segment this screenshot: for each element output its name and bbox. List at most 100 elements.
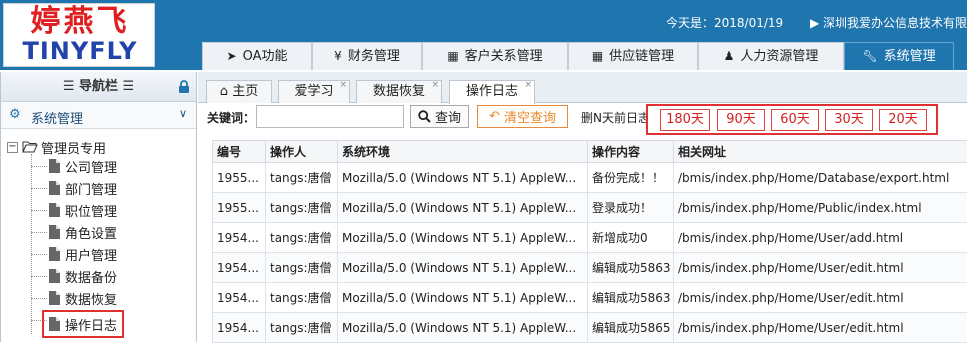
tree-branch [31, 298, 47, 299]
cell-operator: tangs:唐僧 [266, 223, 338, 253]
document-icon [49, 159, 60, 173]
section-label: 系统管理 [31, 108, 83, 127]
column-header-url[interactable]: 相关网址 [674, 141, 967, 163]
delete-60-days-button[interactable]: 60天 [771, 109, 819, 131]
table-header-row: 编号 操作人 系统环境 操作内容 相关网址 [213, 141, 967, 163]
tab-oa[interactable]: ➤ OA功能 [202, 42, 312, 70]
folder-open-icon [22, 141, 38, 153]
cell-id: 1954... [213, 223, 266, 253]
cell-operator: tangs:唐僧 [266, 193, 338, 223]
sidebar-item-label: 职位管理 [65, 201, 117, 220]
close-icon[interactable]: × [524, 74, 532, 96]
tree-root-admin[interactable]: − 管理员专用 [7, 138, 106, 156]
tree-line [31, 154, 32, 334]
tab-hr[interactable]: ♟ 人力资源管理 [698, 42, 844, 70]
sidebar-item-label: 操作日志 [65, 315, 117, 334]
cell-environment: Mozilla/5.0 (Windows NT 5.1) AppleW... [338, 283, 588, 313]
cell-url: /bmis/index.php/Home/Public/index.html [674, 193, 967, 223]
tab-home[interactable]: ⌂ 主页 [206, 80, 272, 103]
keyword-input[interactable] [256, 105, 404, 128]
tab-label: 数据恢复 [373, 84, 425, 99]
cell-url: /bmis/index.php/Home/User/edit.html [674, 283, 967, 313]
sidebar-item-company[interactable]: 公司管理 [49, 156, 117, 176]
tab-label: 供应链管理 [609, 43, 674, 70]
table-row[interactable]: 1955... tangs:唐僧 Mozilla/5.0 (Windows NT… [213, 193, 967, 223]
sidebar-item-roles[interactable]: 角色设置 [49, 222, 117, 242]
keyword-label: 关键词： [207, 109, 255, 126]
column-header-id[interactable]: 编号 [213, 141, 266, 163]
logo-chinese-text: 婷燕飞 [4, 4, 156, 40]
cell-url: /bmis/index.php/Home/User/edit.html [674, 253, 967, 283]
tab-label: 爱学习 [294, 84, 333, 99]
cell-content: 登录成功！ [588, 193, 674, 223]
document-icon [49, 181, 60, 195]
cell-id: 1955... [213, 163, 266, 193]
table-row[interactable]: 1954... tangs:唐僧 Mozilla/5.0 (Windows NT… [213, 283, 967, 313]
company-link[interactable]: ▶ 深圳我爱办公信息技术有限 [810, 14, 967, 31]
document-icon [49, 247, 60, 261]
sidebar-item-restore[interactable]: 数据恢复 [49, 288, 117, 308]
nav-title: ☰ 导航栏 ☰ [63, 79, 134, 94]
tab-label: 主页 [232, 84, 258, 99]
delete-20-days-button[interactable]: 20天 [879, 109, 927, 131]
tab-label: 操作日志 [466, 84, 518, 99]
sidebar-item-department[interactable]: 部门管理 [49, 178, 117, 198]
tab-label: 系统管理 [884, 43, 936, 70]
cell-content: 备份完成！！ [588, 163, 674, 193]
cell-operator: tangs:唐僧 [266, 163, 338, 193]
home-icon: ⌂ [220, 84, 228, 99]
column-header-operator[interactable]: 操作人 [266, 141, 338, 163]
tab-system[interactable]: 🔧︎ 系统管理 [844, 42, 954, 70]
page-tabs: ⌂ 主页 爱学习 × 数据恢复 × 操作日志 × [198, 72, 967, 103]
close-icon[interactable]: × [431, 74, 439, 96]
cell-url: /bmis/index.php/Home/User/add.html [674, 223, 967, 253]
column-header-content[interactable]: 操作内容 [588, 141, 674, 163]
sidebar-item-backup[interactable]: 数据备份 [49, 266, 117, 286]
search-button[interactable]: 查询 [410, 105, 469, 128]
table-row[interactable]: 1954... tangs:唐僧 Mozilla/5.0 (Windows NT… [213, 223, 967, 253]
cell-environment: Mozilla/5.0 (Windows NT 5.1) AppleW... [338, 163, 588, 193]
clear-button-label: 清空查询 [504, 107, 556, 126]
cell-environment: Mozilla/5.0 (Windows NT 5.1) AppleW... [338, 193, 588, 223]
delete-90-days-button[interactable]: 90天 [717, 109, 765, 131]
tree-root-label: 管理员专用 [41, 138, 106, 157]
sidebar-item-position[interactable]: 职位管理 [49, 200, 117, 220]
lock-icon[interactable] [178, 80, 190, 93]
document-icon [49, 225, 60, 239]
cell-id: 1955... [213, 193, 266, 223]
column-header-environment[interactable]: 系统环境 [338, 141, 588, 163]
cell-id: 1954... [213, 253, 266, 283]
tree-branch [31, 210, 47, 211]
chevron-down-icon: ∨ [179, 107, 187, 120]
cell-content: 编辑成功5865 [588, 313, 674, 343]
sidebar-item-users[interactable]: 用户管理 [49, 244, 117, 264]
tab-data-restore[interactable]: 数据恢复 × [356, 80, 442, 103]
collapse-icon[interactable]: − [7, 142, 18, 153]
tree-branch [31, 254, 47, 255]
cell-content: 编辑成功5863 [588, 253, 674, 283]
tab-finance[interactable]: ¥ 财务管理 [312, 42, 422, 70]
table-row[interactable]: 1955... tangs:唐僧 Mozilla/5.0 (Windows NT… [213, 163, 967, 193]
delete-days-label: 删N天前日志: [581, 109, 654, 126]
log-table: 编号 操作人 系统环境 操作内容 相关网址 1955... tangs:唐僧 M… [212, 140, 967, 343]
delete-180-days-button[interactable]: 180天 [660, 109, 710, 131]
sidebar-item-operation-log[interactable]: 操作日志 [42, 310, 124, 338]
cell-environment: Mozilla/5.0 (Windows NT 5.1) AppleW... [338, 223, 588, 253]
nav-header: ☰ 导航栏 ☰ [1, 72, 196, 102]
close-icon[interactable]: × [339, 74, 347, 96]
section-system-management[interactable]: ⚙ 系统管理 ∨ [1, 102, 196, 129]
gear-icon: ⚙ [9, 107, 21, 122]
tab-operation-log[interactable]: 操作日志 × [449, 80, 535, 104]
cell-id: 1954... [213, 313, 266, 343]
table-row[interactable]: 1954... tangs:唐僧 Mozilla/5.0 (Windows NT… [213, 253, 967, 283]
table-row[interactable]: 1954... tangs:唐僧 Mozilla/5.0 (Windows NT… [213, 313, 967, 343]
tab-crm[interactable]: ▦ 客户关系管理 [422, 42, 568, 70]
tab-learning[interactable]: 爱学习 × [278, 80, 350, 103]
tree-branch [31, 276, 47, 277]
clear-search-button[interactable]: ↶ 清空查询 [477, 105, 568, 128]
delete-30-days-button[interactable]: 30天 [825, 109, 873, 131]
cell-environment: Mozilla/5.0 (Windows NT 5.1) AppleW... [338, 253, 588, 283]
tab-label: 人力资源管理 [740, 43, 818, 70]
tab-supply-chain[interactable]: ▦ 供应链管理 [568, 42, 698, 70]
wrench-icon: 🔧︎ [862, 43, 877, 70]
